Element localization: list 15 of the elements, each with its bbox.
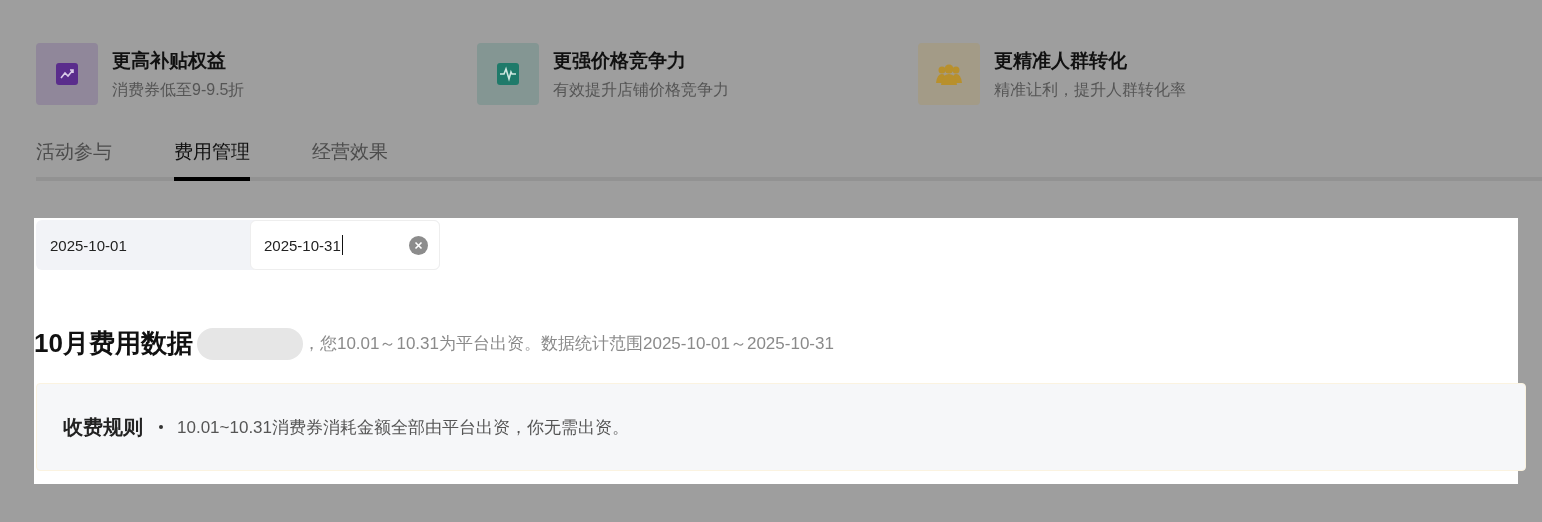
clear-icon[interactable] — [409, 235, 428, 255]
benefit-subtitle: 消费券低至9-9.5折 — [112, 79, 245, 100]
benefit-title: 更强价格竞争力 — [553, 48, 687, 73]
benefit-subtitle: 精准让利，提升人群转化率 — [994, 79, 1186, 100]
section-title: 10月费用数据 — [34, 327, 193, 360]
end-date-field[interactable]: 2025-10-31 — [250, 220, 440, 270]
bullet-dot — [159, 425, 163, 429]
tab[interactable]: 费用管理 — [174, 131, 250, 181]
start-date-field[interactable]: 2025-10-01 — [36, 220, 250, 270]
benefit-title: 更高补贴权益 — [112, 48, 227, 73]
rule-label: 收费规则 — [63, 414, 143, 440]
summary-note: ，您10.01～10.31为平台出资。数据统计范围2025-10-01～2025-10-31 — [302, 333, 834, 355]
benefit-subtitle: 有效提升店铺价格竞争力 — [553, 79, 729, 100]
benefit-title: 更精准人群转化 — [994, 48, 1128, 73]
rule-text: 10.01~10.31消费券消耗金额全部由平台出资，你无需出资。 — [177, 416, 629, 439]
